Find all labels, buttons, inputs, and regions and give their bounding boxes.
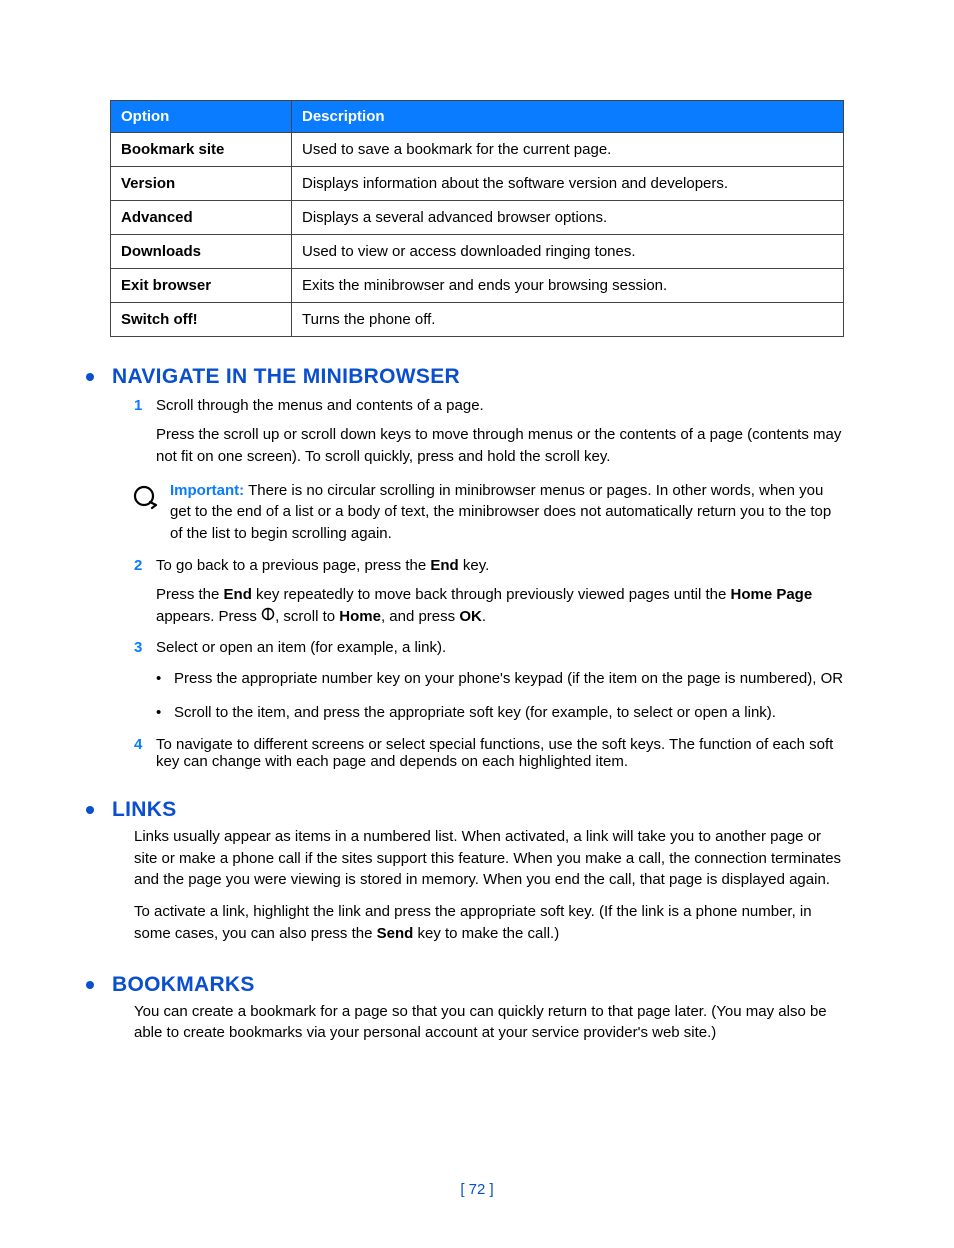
table-row: Bookmark siteUsed to save a bookmark for… [111, 133, 844, 167]
heading-navigate: Navigate in the minibrowser [110, 365, 844, 389]
important-text: There is no circular scrolling in minibr… [170, 482, 831, 543]
option-cell: Switch off! [111, 303, 292, 337]
bullet-item: Press the appropriate number key on your… [156, 668, 844, 690]
heading-links: Links [110, 798, 844, 822]
bullet-icon [86, 806, 94, 814]
description-cell: Used to view or access downloaded ringin… [292, 235, 844, 269]
step-number: 3 [134, 639, 142, 656]
description-cell: Turns the phone off. [292, 303, 844, 337]
table-row: Exit browserExits the minibrowser and en… [111, 269, 844, 303]
option-cell: Bookmark site [111, 133, 292, 167]
page-number: [ 72 ] [0, 1181, 954, 1198]
bullet-icon [86, 981, 94, 989]
description-cell: Used to save a bookmark for the current … [292, 133, 844, 167]
step-4-text: To navigate to different screens or sele… [156, 736, 833, 770]
table-row: DownloadsUsed to view or access download… [111, 235, 844, 269]
step-1: 1 Scroll through the menus and contents … [134, 397, 844, 468]
heading-bookmarks-text: Bookmarks [112, 973, 255, 997]
option-cell: Advanced [111, 201, 292, 235]
step-number: 4 [134, 736, 142, 753]
options-table: Option Description Bookmark siteUsed to … [110, 100, 844, 337]
option-cell: Exit browser [111, 269, 292, 303]
description-cell: Displays a several advanced browser opti… [292, 201, 844, 235]
bullet-item: Scroll to the item, and press the approp… [156, 702, 844, 724]
heading-navigate-text: Navigate in the minibrowser [112, 365, 460, 389]
heading-links-text: Links [112, 798, 177, 822]
heading-bookmarks: Bookmarks [110, 973, 844, 997]
step-2-detail: Press the End key repeatedly to move bac… [156, 584, 844, 628]
links-p1: Links usually appear as items in a numbe… [134, 826, 844, 891]
important-label: Important: [170, 482, 244, 499]
step-number: 1 [134, 397, 142, 414]
description-cell: Displays information about the software … [292, 167, 844, 201]
step-1-detail: Press the scroll up or scroll down keys … [156, 424, 844, 468]
step-3-text: Select or open an item (for example, a l… [156, 639, 446, 656]
step-4: 4 To navigate to different screens or se… [134, 736, 844, 770]
important-note: Important: There is no circular scrollin… [130, 480, 844, 545]
step-number: 2 [134, 557, 142, 574]
table-row: VersionDisplays information about the so… [111, 167, 844, 201]
description-cell: Exits the minibrowser and ends your brow… [292, 269, 844, 303]
important-icon [130, 482, 158, 514]
step-1-text: Scroll through the menus and contents of… [156, 397, 484, 414]
table-row: AdvancedDisplays a several advanced brow… [111, 201, 844, 235]
th-option: Option [111, 101, 292, 133]
bookmarks-p1: You can create a bookmark for a page so … [134, 1001, 844, 1045]
step-2: 2 To go back to a previous page, press t… [134, 557, 844, 628]
table-row: Switch off!Turns the phone off. [111, 303, 844, 337]
menu-key-icon [261, 606, 275, 628]
th-description: Description [292, 101, 844, 133]
option-cell: Version [111, 167, 292, 201]
links-p2: To activate a link, highlight the link a… [134, 901, 844, 945]
step-2-text: To go back to a previous page, press the… [156, 557, 489, 574]
option-cell: Downloads [111, 235, 292, 269]
step-3: 3 Select or open an item (for example, a… [134, 639, 844, 656]
bullet-icon [86, 373, 94, 381]
